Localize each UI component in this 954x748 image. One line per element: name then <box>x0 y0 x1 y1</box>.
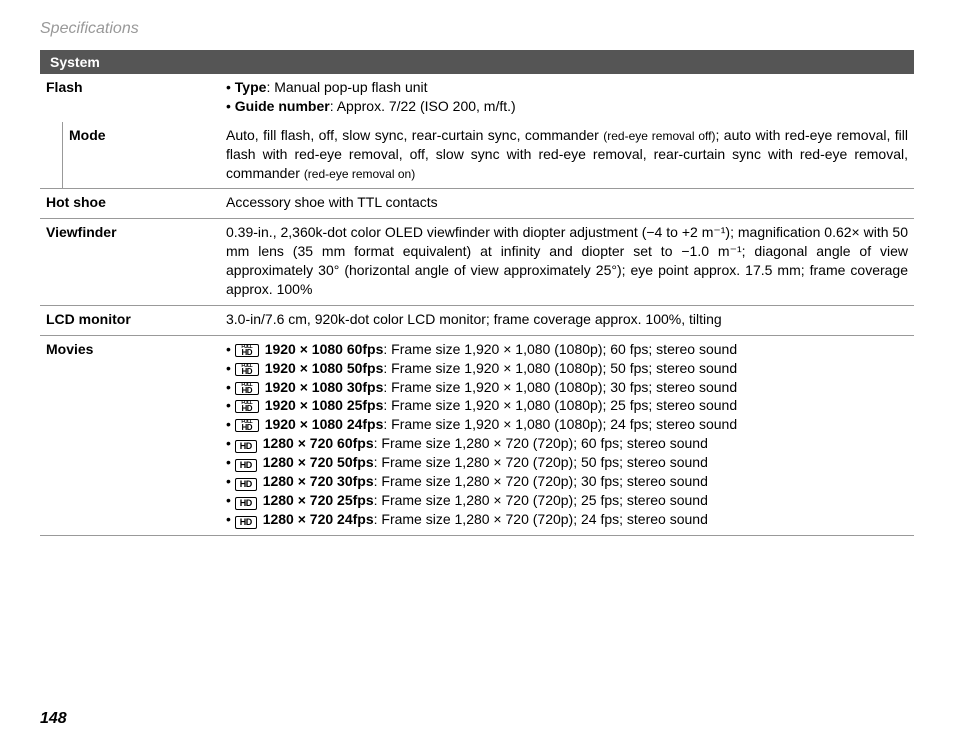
movie-mode-desc: : Frame size 1,280 × 720 (720p); 25 fps;… <box>374 492 708 508</box>
row-flash: Flash Type: Manual pop-up flash unit Gui… <box>40 74 914 122</box>
movie-item: 1280 × 720 50fps: Frame size 1,280 × 720… <box>226 453 908 472</box>
flash-guide-label: Guide number <box>235 98 330 114</box>
fullhd-icon <box>235 363 259 376</box>
hd-icon <box>235 440 257 453</box>
movie-mode-label: 1280 × 720 50fps <box>263 454 374 470</box>
label-hotshoe: Hot shoe <box>40 189 220 219</box>
value-lcd: 3.0-in/7.6 cm, 920k-dot color LCD monito… <box>220 305 914 335</box>
fullhd-icon <box>235 400 259 413</box>
movie-mode-label: 1920 × 1080 25fps <box>265 397 384 413</box>
movie-mode-desc: : Frame size 1,920 × 1,080 (1080p); 60 f… <box>383 341 737 357</box>
movie-item: 1920 × 1080 25fps: Frame size 1,920 × 1,… <box>226 396 908 415</box>
value-viewfinder: 0.39-in., 2,360k-dot color OLED viewfind… <box>220 219 914 306</box>
mode-small-1: (red-eye removal off) <box>603 129 715 143</box>
movie-item: 1280 × 720 60fps: Frame size 1,280 × 720… <box>226 434 908 453</box>
flash-guide-value: : Approx. 7/22 (ISO 200, m/ft.) <box>330 98 516 114</box>
label-viewfinder: Viewfinder <box>40 219 220 306</box>
value-mode: Auto, fill flash, off, slow sync, rear-c… <box>220 122 914 189</box>
section-header-system: System <box>40 50 914 74</box>
movie-mode-label: 1920 × 1080 50fps <box>265 360 384 376</box>
movie-mode-desc: : Frame size 1,920 × 1,080 (1080p); 50 f… <box>383 360 737 376</box>
row-mode: Mode Auto, fill flash, off, slow sync, r… <box>40 122 914 189</box>
movie-mode-label: 1280 × 720 24fps <box>263 511 374 527</box>
movie-item: 1280 × 720 24fps: Frame size 1,280 × 720… <box>226 510 908 529</box>
movie-mode-desc: : Frame size 1,280 × 720 (720p); 24 fps;… <box>374 511 708 527</box>
value-flash: Type: Manual pop-up flash unit Guide num… <box>220 74 914 122</box>
mode-small-2: (red-eye removal on) <box>304 167 415 181</box>
movie-mode-desc: : Frame size 1,920 × 1,080 (1080p); 24 f… <box>383 416 737 432</box>
flash-type-value: : Manual pop-up flash unit <box>266 79 427 95</box>
page-number: 148 <box>40 710 67 728</box>
hd-icon <box>235 459 257 472</box>
page-container: Specifications System Flash Type: Manual… <box>0 0 954 748</box>
movie-item: 1920 × 1080 30fps: Frame size 1,920 × 1,… <box>226 378 908 397</box>
movie-mode-label: 1920 × 1080 60fps <box>265 341 384 357</box>
hd-icon <box>235 497 257 510</box>
fullhd-icon <box>235 382 259 395</box>
movie-mode-label: 1280 × 720 25fps <box>263 492 374 508</box>
movie-mode-desc: : Frame size 1,280 × 720 (720p); 50 fps;… <box>374 454 708 470</box>
mode-text-1: Auto, fill flash, off, slow sync, rear-c… <box>226 127 603 143</box>
value-hotshoe: Accessory shoe with TTL contacts <box>220 189 914 219</box>
label-flash: Flash <box>40 74 220 122</box>
fullhd-icon <box>235 344 259 357</box>
label-movies: Movies <box>40 335 220 535</box>
row-viewfinder: Viewfinder 0.39-in., 2,360k-dot color OL… <box>40 219 914 306</box>
movie-mode-label: 1920 × 1080 24fps <box>265 416 384 432</box>
value-movies: 1920 × 1080 60fps: Frame size 1,920 × 1,… <box>220 335 914 535</box>
row-lcd: LCD monitor 3.0-in/7.6 cm, 920k-dot colo… <box>40 305 914 335</box>
movie-item: 1920 × 1080 60fps: Frame size 1,920 × 1,… <box>226 340 908 359</box>
movie-item: 1920 × 1080 24fps: Frame size 1,920 × 1,… <box>226 415 908 434</box>
label-mode: Mode <box>63 122 221 189</box>
flash-type-label: Type <box>235 79 267 95</box>
row-hotshoe: Hot shoe Accessory shoe with TTL contact… <box>40 189 914 219</box>
movie-item: 1280 × 720 30fps: Frame size 1,280 × 720… <box>226 472 908 491</box>
movie-mode-label: 1280 × 720 60fps <box>263 435 374 451</box>
hd-icon <box>235 478 257 491</box>
row-movies: Movies 1920 × 1080 60fps: Frame size 1,9… <box>40 335 914 535</box>
movie-mode-desc: : Frame size 1,280 × 720 (720p); 30 fps;… <box>374 473 708 489</box>
fullhd-icon <box>235 419 259 432</box>
movie-mode-desc: : Frame size 1,920 × 1,080 (1080p); 25 f… <box>383 397 737 413</box>
movie-mode-desc: : Frame size 1,280 × 720 (720p); 60 fps;… <box>374 435 708 451</box>
movie-item: 1920 × 1080 50fps: Frame size 1,920 × 1,… <box>226 359 908 378</box>
hd-icon <box>235 516 257 529</box>
movie-item: 1280 × 720 25fps: Frame size 1,280 × 720… <box>226 491 908 510</box>
label-lcd: LCD monitor <box>40 305 220 335</box>
movie-mode-label: 1920 × 1080 30fps <box>265 379 384 395</box>
movie-mode-label: 1280 × 720 30fps <box>263 473 374 489</box>
page-title: Specifications <box>40 20 914 38</box>
spec-table: Flash Type: Manual pop-up flash unit Gui… <box>40 74 914 536</box>
movie-mode-desc: : Frame size 1,920 × 1,080 (1080p); 30 f… <box>383 379 737 395</box>
